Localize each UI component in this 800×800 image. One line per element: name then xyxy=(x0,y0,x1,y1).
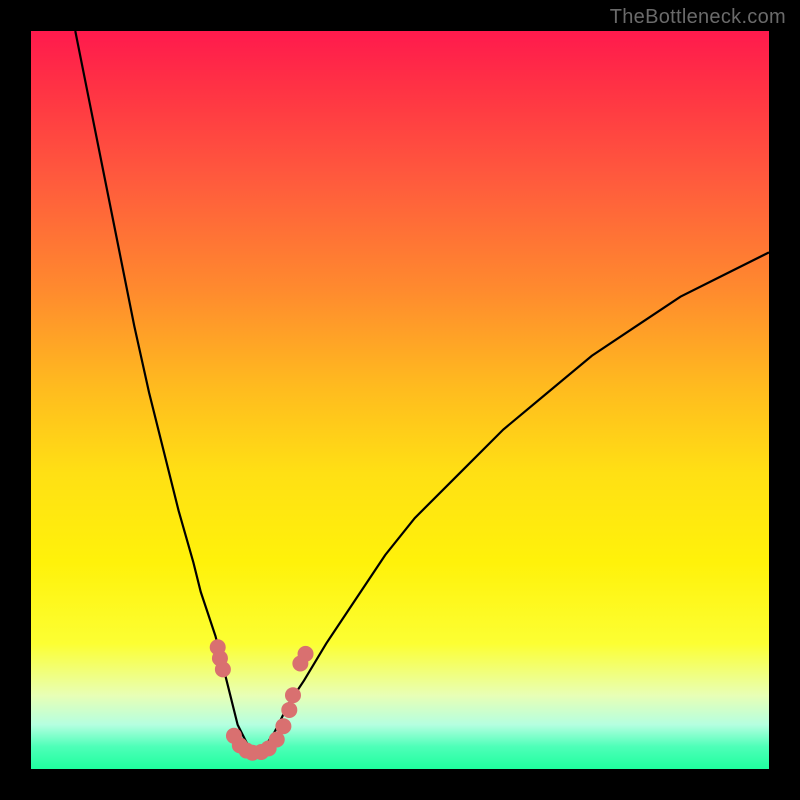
data-markers xyxy=(210,639,314,761)
data-marker xyxy=(215,661,231,677)
chart-svg xyxy=(31,31,769,769)
chart-frame: TheBottleneck.com xyxy=(0,0,800,800)
data-marker xyxy=(285,687,301,703)
data-marker xyxy=(275,718,291,734)
curve-right-branch xyxy=(256,252,769,754)
watermark-text: TheBottleneck.com xyxy=(610,6,786,29)
data-marker xyxy=(298,646,314,662)
plot-area xyxy=(31,31,769,769)
curve-left-branch xyxy=(75,31,256,754)
data-marker xyxy=(281,702,297,718)
